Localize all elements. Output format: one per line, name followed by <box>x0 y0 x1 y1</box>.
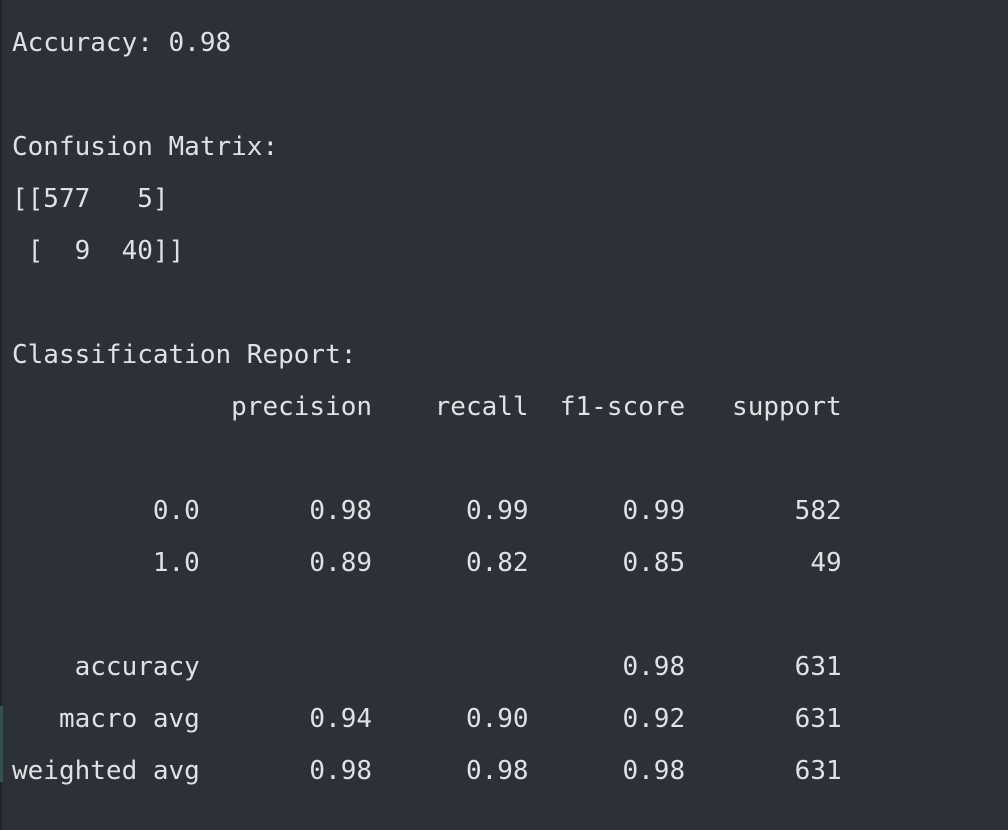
report-row-macro-avg: macro avg 0.94 0.90 0.92 631 <box>12 704 842 734</box>
confusion-matrix-row-2: [ 9 40]] <box>12 236 185 266</box>
gutter-change-marker <box>0 706 3 782</box>
confusion-matrix-heading: Confusion Matrix: <box>12 132 279 162</box>
accuracy-line: Accuracy: 0.98 <box>12 28 232 58</box>
report-row-class-0: 0.0 0.98 0.99 0.99 582 <box>12 496 842 526</box>
report-row-accuracy: accuracy 0.98 631 <box>12 652 842 682</box>
report-header-row: precision recall f1-score support <box>12 392 842 422</box>
report-row-class-1: 1.0 0.89 0.82 0.85 49 <box>12 548 842 578</box>
classification-report-heading: Classification Report: <box>12 340 357 370</box>
confusion-matrix-row-1: [[577 5] <box>12 184 169 214</box>
report-row-weighted-avg: weighted avg 0.98 0.98 0.98 631 <box>12 756 842 786</box>
console-output: Accuracy: 0.98 Confusion Matrix: [[577 5] … <box>12 17 842 797</box>
